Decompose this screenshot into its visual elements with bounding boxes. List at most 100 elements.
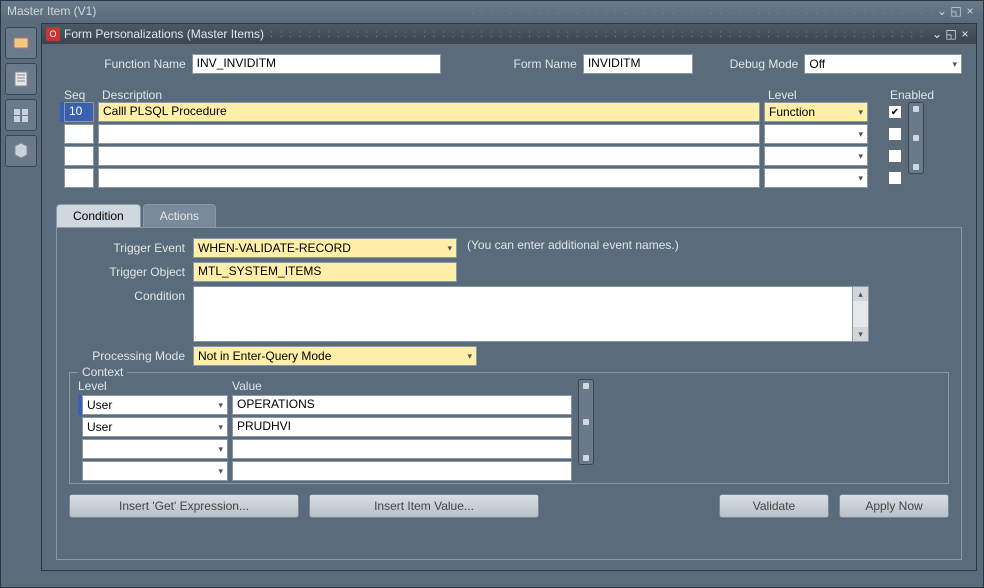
rules-grid: 10 Calll PLSQL Procedure Function▾ ✔ ▾ [56, 102, 962, 190]
palette-item-3[interactable] [5, 99, 37, 131]
insert-item-value-button[interactable]: Insert Item Value... [309, 494, 539, 518]
seq-field[interactable]: 10 [64, 102, 94, 122]
parent-close-icon[interactable]: × [963, 4, 977, 18]
window-body: Function Name INV_INVIDITM Form Name INV… [42, 44, 976, 570]
minimize-icon[interactable]: ⌄ [930, 27, 944, 41]
chevron-down-icon: ▾ [218, 444, 223, 455]
trigger-object-label: Trigger Object [69, 262, 193, 279]
grid-scrollbar[interactable] [908, 102, 924, 174]
context-value-field[interactable] [232, 439, 572, 459]
trigger-object-field[interactable]: MTL_SYSTEM_ITEMS [193, 262, 457, 282]
chevron-down-icon: ▾ [218, 466, 223, 477]
restore-icon[interactable]: ◱ [944, 27, 958, 41]
tab-condition[interactable]: Condition [56, 204, 141, 227]
oracle-logo-icon: O [46, 27, 60, 41]
chevron-down-icon: ▾ [858, 151, 863, 162]
processing-mode-value: Not in Enter-Query Mode [198, 349, 331, 363]
context-level-select[interactable]: ▾ [82, 461, 228, 481]
context-row[interactable]: User ▾ OPERATIONS [78, 395, 572, 415]
enabled-checkbox[interactable] [888, 149, 902, 163]
context-row[interactable]: ▾ [78, 461, 572, 481]
context-level-select[interactable]: User ▾ [82, 417, 228, 437]
debug-mode-label: Debug Mode [709, 57, 799, 71]
col-level: Level [768, 88, 872, 102]
header-row: Function Name INV_INVIDITM Form Name INV… [56, 54, 962, 74]
palette-item-2[interactable] [5, 63, 37, 95]
condition-scrollbar[interactable]: ▴ ▾ [853, 286, 869, 342]
level-select[interactable]: ▾ [764, 124, 868, 144]
trigger-event-select[interactable]: WHEN-VALIDATE-RECORD ▾ [193, 238, 457, 258]
context-level-select[interactable]: User ▾ [82, 395, 228, 415]
chevron-down-icon: ▾ [858, 173, 863, 184]
scroll-down-icon: ▾ [853, 327, 868, 341]
parent-titlebar: Master Item (V1) . . . . . . . . . . . .… [1, 1, 983, 21]
scroll-handle-icon [583, 383, 589, 389]
seq-field[interactable] [64, 168, 94, 188]
context-row[interactable]: ▾ [78, 439, 572, 459]
sidebar-palette [3, 23, 41, 171]
trigger-event-value: WHEN-VALIDATE-RECORD [198, 241, 351, 255]
enabled-checkbox[interactable] [888, 127, 902, 141]
context-level-value: User [87, 398, 112, 412]
chevron-down-icon: ▾ [218, 400, 223, 411]
enabled-checkbox[interactable] [888, 171, 902, 185]
grid-row[interactable]: ▾ [56, 168, 902, 188]
function-name-label: Function Name [56, 57, 186, 71]
description-field[interactable] [98, 168, 760, 188]
context-legend: Context [78, 365, 127, 379]
chevron-down-icon: ▾ [218, 422, 223, 433]
scroll-handle-icon [913, 164, 919, 170]
tab-actions[interactable]: Actions [143, 204, 216, 227]
form-name-field[interactable]: INVIDITM [583, 54, 693, 74]
context-value-field[interactable] [232, 461, 572, 481]
context-level-select[interactable]: ▾ [82, 439, 228, 459]
parent-minimize-icon[interactable]: ⌄ [935, 4, 949, 18]
description-field[interactable] [98, 124, 760, 144]
window-title: Form Personalizations (Master Items) [64, 27, 264, 41]
tabstrip: Condition Actions [56, 204, 962, 227]
spacer [549, 494, 709, 518]
palette-item-4[interactable] [5, 135, 37, 167]
seq-field[interactable] [64, 146, 94, 166]
validate-button[interactable]: Validate [719, 494, 829, 518]
grid-row[interactable]: ▾ [56, 146, 902, 166]
level-value: Function [769, 105, 815, 119]
context-scrollbar[interactable] [578, 379, 594, 465]
chevron-down-icon: ▾ [447, 243, 452, 254]
parent-restore-icon[interactable]: ◱ [949, 4, 963, 18]
level-select[interactable]: ▾ [764, 146, 868, 166]
scroll-handle-icon [583, 455, 589, 461]
grid-row[interactable]: ▾ [56, 124, 902, 144]
close-icon[interactable]: × [958, 27, 972, 41]
col-seq: Seq [64, 88, 98, 102]
window-titlebar: O Form Personalizations (Master Items) :… [42, 24, 976, 44]
debug-mode-select[interactable]: Off▾ [804, 54, 962, 74]
context-row[interactable]: User ▾ PRUDHVI [78, 417, 572, 437]
apply-now-button[interactable]: Apply Now [839, 494, 949, 518]
context-level-value: User [87, 420, 112, 434]
ctx-col-value: Value [232, 379, 572, 393]
ctx-col-level: Level [78, 379, 228, 393]
scroll-up-icon: ▴ [853, 287, 868, 301]
context-header: Level Value [78, 379, 572, 393]
context-fieldset: Context Level Value User▾ OPERATIONS [69, 372, 949, 484]
palette-item-1[interactable] [5, 27, 37, 59]
processing-mode-select[interactable]: Not in Enter-Query Mode▾ [193, 346, 477, 366]
level-select[interactable]: Function▾ [764, 102, 868, 122]
enabled-checkbox[interactable]: ✔ [888, 105, 902, 119]
level-select[interactable]: ▾ [764, 168, 868, 188]
condition-textarea[interactable] [193, 286, 853, 342]
parent-window: Master Item (V1) . . . . . . . . . . . .… [0, 0, 984, 588]
description-field[interactable] [98, 146, 760, 166]
scroll-handle-icon [583, 419, 589, 425]
parent-window-title: Master Item (V1) [7, 4, 471, 18]
chevron-down-icon: ▾ [858, 129, 863, 140]
context-value-field[interactable]: OPERATIONS [232, 395, 572, 415]
insert-get-expression-button[interactable]: Insert 'Get' Expression... [69, 494, 299, 518]
seq-field[interactable] [64, 124, 94, 144]
description-field[interactable]: Calll PLSQL Procedure [98, 102, 760, 122]
context-value-field[interactable]: PRUDHVI [232, 417, 572, 437]
trigger-event-hint: (You can enter additional event names.) [467, 238, 679, 252]
function-name-field[interactable]: INV_INVIDITM [192, 54, 441, 74]
grid-row[interactable]: 10 Calll PLSQL Procedure Function▾ ✔ [56, 102, 902, 122]
